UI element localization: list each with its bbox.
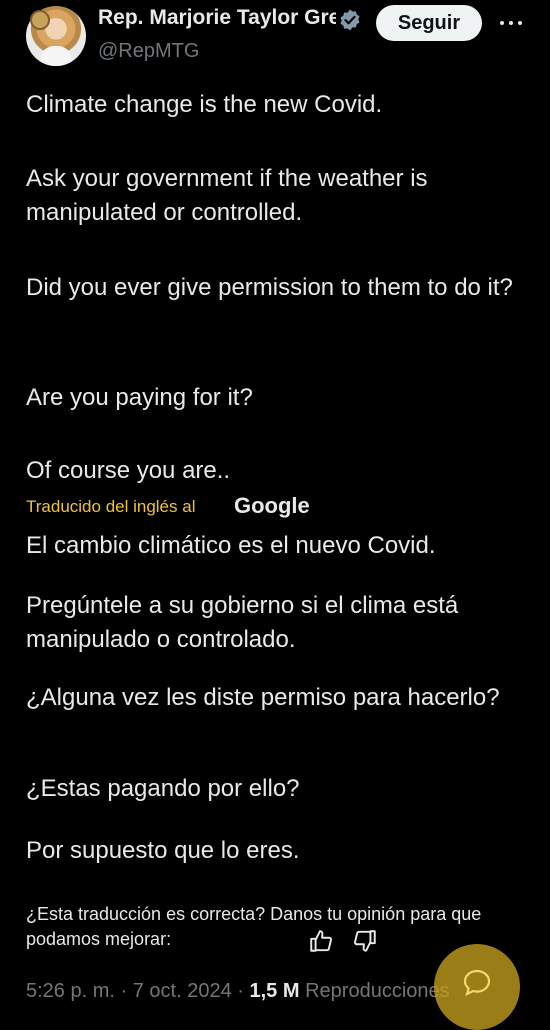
- meta-separator: ·: [120, 980, 128, 1002]
- tweet-text-line: Did you ever give permission to them to …: [26, 274, 513, 301]
- thumbs-down-icon[interactable]: [352, 928, 378, 954]
- handle[interactable]: @RepMTG: [98, 40, 199, 63]
- tweet-time[interactable]: 5:26 p. m.: [26, 980, 115, 1002]
- translation-line: Pregúntele a su gobierno si el clima est…: [26, 592, 459, 653]
- tweet-date[interactable]: 7 oct. 2024: [133, 980, 232, 1002]
- views-label[interactable]: Reproducciones: [305, 980, 450, 1002]
- compose-fab-button[interactable]: [434, 944, 520, 1030]
- translation-feedback-prompt: ¿Esta traducción es correcta? Danos tu o…: [26, 904, 482, 949]
- translated-label[interactable]: Traducido del inglés al: [26, 497, 195, 517]
- verified-badge-icon: [340, 9, 360, 31]
- more-dot: [509, 21, 513, 25]
- meta-separator: ·: [237, 980, 244, 1002]
- more-options-icon[interactable]: [498, 10, 524, 36]
- translation-line: El cambio climático es el nuevo Covid.: [26, 532, 436, 559]
- more-dot: [518, 21, 522, 25]
- views-count: 1,5 M: [249, 980, 300, 1002]
- tweet-text-line: Climate change is the new Covid.: [26, 91, 383, 118]
- more-dot: [500, 21, 504, 25]
- google-logo: Google: [234, 493, 310, 518]
- translation-line: ¿Alguna vez les diste permiso para hacer…: [26, 684, 500, 711]
- translation-line: Por supuesto que lo eres.: [26, 837, 300, 864]
- tweet-header: Rep. Marjorie Taylor Greene @RepMTG Segu…: [0, 0, 550, 70]
- thumbs-up-icon[interactable]: [308, 928, 334, 954]
- avatar-shirt: [40, 46, 72, 66]
- tweet-text-line: Ask your government if the weather is ma…: [26, 165, 428, 226]
- tweet-text-line: Are you paying for it?: [26, 384, 253, 411]
- chat-bubble-icon: [463, 969, 491, 997]
- tweet-text-line: Of course you are..: [26, 457, 231, 484]
- display-name[interactable]: Rep. Marjorie Taylor Greene: [98, 6, 336, 36]
- tweet-metadata: 5:26 p. m. · 7 oct. 2024 · 1,5 M Reprodu…: [26, 980, 450, 1003]
- follow-button[interactable]: Seguir: [376, 5, 482, 41]
- government-seal-icon: [30, 10, 50, 30]
- translation-line: ¿Estas pagando por ello?: [26, 775, 300, 802]
